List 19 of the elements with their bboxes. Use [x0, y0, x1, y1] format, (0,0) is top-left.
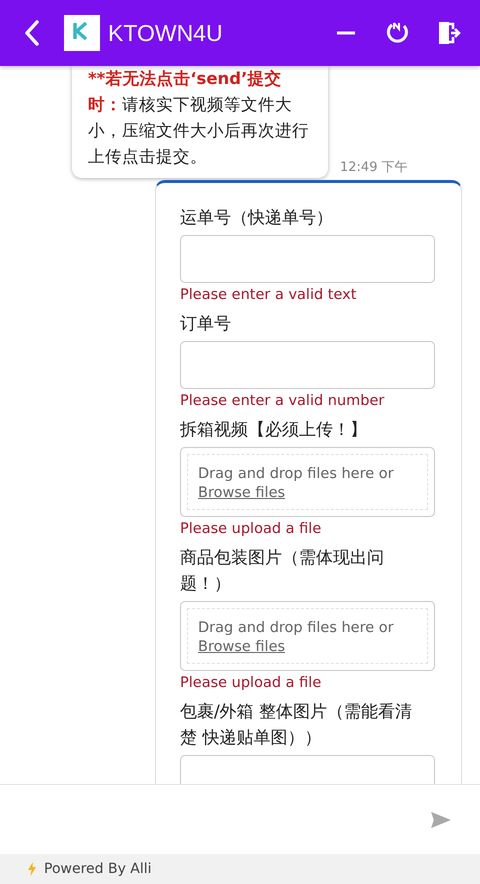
field-label: 商品包装图片（需体现出问题！）: [180, 547, 385, 596]
browse-files-link[interactable]: Browse files: [198, 638, 286, 657]
field-label: 订单号: [180, 313, 232, 336]
browse-files-link[interactable]: Browse files: [198, 484, 286, 503]
error-message: Please enter a valid number: [180, 393, 386, 409]
drop-hint: Drag and drop files here or: [198, 619, 395, 638]
file-drop-zone[interactable]: Drag and drop files here or Browse files: [180, 447, 435, 517]
error-message: Please upload a file: [180, 675, 322, 691]
message-text: **若无法点击‘send’提交时：请核实下视频等文件大小，压缩文件大小后再次进行上传点击提交。: [88, 68, 310, 168]
message-time: 12:49 下午: [340, 159, 408, 176]
powered-by-text: Powered By Alli: [44, 861, 152, 877]
error-message: Please enter a valid text: [180, 287, 358, 303]
window-title: KTOWN4U: [108, 20, 223, 46]
error-message: Please upload a file: [180, 521, 322, 537]
field-label: 运单号（快递单号）: [180, 207, 334, 230]
drop-hint: Drag and drop files here or: [198, 465, 395, 484]
field-label: 包裹/外箱 整体图片（需能看清楚 快递贴单图））: [180, 701, 414, 750]
field-label: 拆箱视频【必须上传！】: [180, 419, 368, 442]
file-drop-zone[interactable]: Drag and drop files here or Browse files: [180, 601, 435, 671]
